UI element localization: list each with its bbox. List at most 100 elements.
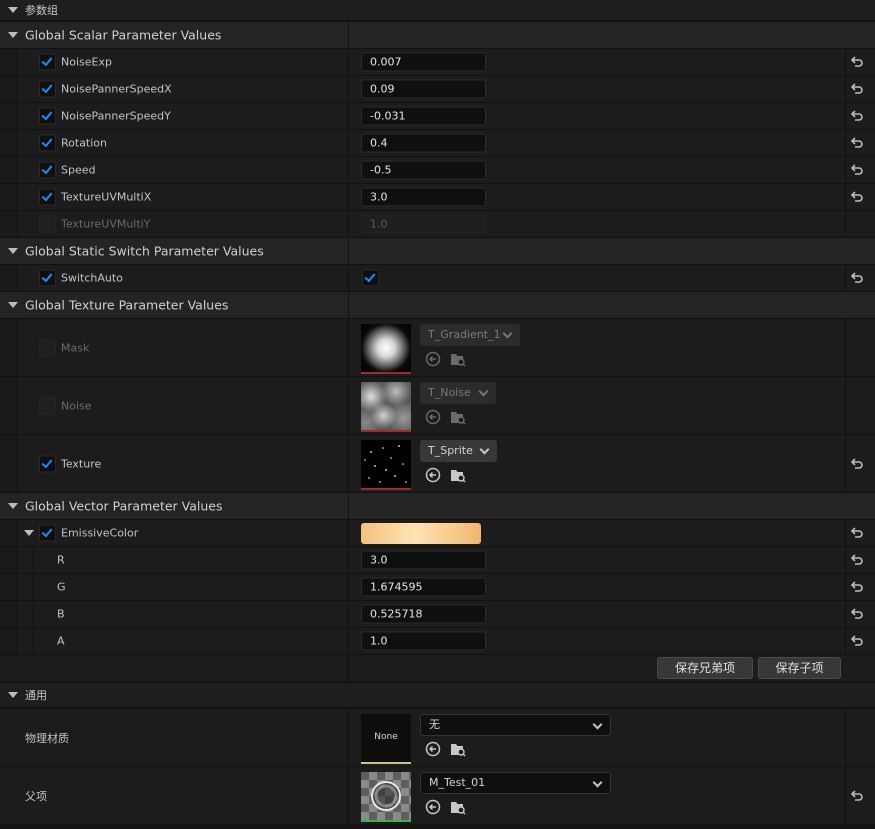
- reset-to-default-icon[interactable]: [850, 136, 864, 150]
- texture-thumbnail[interactable]: [361, 324, 411, 374]
- param-value-input[interactable]: 1.0: [361, 214, 486, 234]
- indent-gutter: [18, 628, 34, 654]
- reset-to-default-icon[interactable]: [850, 271, 864, 285]
- column-divider: [348, 709, 349, 766]
- override-checkbox[interactable]: [39, 269, 56, 287]
- reset-to-default-icon[interactable]: [850, 607, 864, 621]
- expand-arrow-icon[interactable]: [24, 530, 34, 536]
- color-swatch[interactable]: [361, 523, 481, 544]
- indent-gutter: [0, 435, 18, 492]
- reset-to-default-icon[interactable]: [850, 109, 864, 123]
- category-header-general[interactable]: 通用: [0, 683, 875, 708]
- group-header-static-switch[interactable]: Global Static Switch Parameter Values: [0, 238, 875, 265]
- param-value-input[interactable]: 3.0: [361, 187, 486, 207]
- column-divider: [348, 767, 349, 824]
- override-checkbox[interactable]: [39, 107, 56, 125]
- checkmark-icon: [41, 162, 53, 175]
- indent-gutter: [0, 157, 18, 183]
- override-checkbox[interactable]: [39, 339, 56, 356]
- browse-asset-icon[interactable]: [450, 741, 466, 757]
- group-header-scalar[interactable]: Global Scalar Parameter Values: [0, 22, 875, 49]
- use-selected-asset-icon[interactable]: [425, 799, 441, 815]
- collapse-arrow-icon[interactable]: [8, 302, 18, 308]
- vector-component-row: R 3.0: [0, 547, 875, 574]
- override-checkbox[interactable]: [39, 53, 56, 71]
- param-value-input[interactable]: -0.031: [361, 106, 486, 126]
- override-checkbox[interactable]: [39, 455, 56, 472]
- use-selected-asset-icon[interactable]: [425, 467, 441, 483]
- group-header-texture[interactable]: Global Texture Parameter Values: [0, 292, 875, 319]
- group-title: Global Texture Parameter Values: [25, 297, 229, 313]
- override-checkbox[interactable]: [39, 80, 56, 98]
- reset-to-default-icon[interactable]: [850, 634, 864, 648]
- collapse-arrow-icon[interactable]: [8, 503, 18, 509]
- group-header-vector[interactable]: Global Vector Parameter Values: [0, 493, 875, 520]
- param-row: Speed -0.5: [0, 157, 875, 184]
- browse-asset-icon[interactable]: [450, 799, 466, 815]
- use-selected-asset-icon[interactable]: [425, 409, 441, 425]
- component-value-input[interactable]: 1.0: [361, 631, 486, 651]
- indent-gutter: [0, 547, 18, 573]
- column-divider: [348, 547, 349, 573]
- param-row: NoisePannerSpeedY -0.031: [0, 103, 875, 130]
- texture-thumbnail[interactable]: [361, 382, 411, 432]
- param-value-input[interactable]: 0.007: [361, 52, 486, 72]
- phys-material-dropdown[interactable]: 无: [420, 714, 611, 736]
- use-selected-asset-icon[interactable]: [425, 741, 441, 757]
- use-selected-asset-icon[interactable]: [425, 351, 441, 367]
- param-value-input[interactable]: 0.4: [361, 133, 486, 153]
- reset-to-default-icon[interactable]: [850, 789, 864, 803]
- reset-to-default-icon[interactable]: [850, 457, 864, 471]
- reset-to-default-icon[interactable]: [850, 580, 864, 594]
- param-name: Speed: [61, 163, 96, 177]
- column-divider: [348, 49, 349, 75]
- override-checkbox[interactable]: [39, 215, 56, 233]
- indent-gutter: [0, 211, 18, 237]
- category-header-parameter-groups[interactable]: 参数组: [0, 0, 875, 21]
- texture-dropdown[interactable]: T_Sprite: [420, 440, 497, 462]
- override-checkbox[interactable]: [39, 134, 56, 152]
- param-value-input[interactable]: -0.5: [361, 160, 486, 180]
- override-checkbox[interactable]: [39, 524, 56, 542]
- switch-value-checkbox[interactable]: [362, 269, 379, 287]
- reset-to-default-icon[interactable]: [850, 526, 864, 540]
- material-thumbnail[interactable]: [361, 772, 411, 822]
- browse-asset-icon[interactable]: [450, 467, 466, 483]
- collapse-arrow-icon[interactable]: [8, 7, 18, 13]
- browse-asset-icon[interactable]: [450, 409, 466, 425]
- component-value-input[interactable]: 0.525718: [361, 604, 486, 624]
- param-name: Rotation: [61, 136, 108, 150]
- parent-row: 父项 M_Test_01: [0, 767, 875, 825]
- collapse-arrow-icon[interactable]: [8, 32, 18, 38]
- reset-to-default-icon[interactable]: [850, 82, 864, 96]
- param-name: SwitchAuto: [61, 271, 123, 285]
- chevron-down-icon: [592, 719, 603, 730]
- override-checkbox[interactable]: [39, 397, 56, 414]
- save-child-button[interactable]: 保存子项: [758, 657, 841, 679]
- override-checkbox[interactable]: [39, 161, 56, 179]
- texture-dropdown[interactable]: T_Noise: [420, 382, 496, 404]
- reset-to-default-icon[interactable]: [850, 553, 864, 567]
- override-checkbox[interactable]: [39, 188, 56, 206]
- material-thumbnail[interactable]: None: [361, 714, 411, 764]
- param-value-input[interactable]: 0.09: [361, 79, 486, 99]
- component-value-input[interactable]: 1.674595: [361, 577, 486, 597]
- column-divider: [348, 238, 349, 264]
- column-divider: [348, 157, 349, 183]
- parent-dropdown[interactable]: M_Test_01: [420, 772, 611, 794]
- reset-to-default-icon[interactable]: [850, 163, 864, 177]
- browse-asset-icon[interactable]: [450, 351, 466, 367]
- column-divider: [348, 377, 349, 434]
- reset-to-default-icon[interactable]: [850, 55, 864, 69]
- component-value-input[interactable]: 3.0: [361, 550, 486, 570]
- texture-dropdown[interactable]: T_Gradient_1: [420, 324, 520, 346]
- indent-gutter: [0, 628, 18, 654]
- phys-material-row: 物理材质 None 无: [0, 709, 875, 767]
- collapse-arrow-icon[interactable]: [8, 248, 18, 254]
- save-sibling-button[interactable]: 保存兄弟项: [657, 657, 753, 679]
- reset-to-default-icon[interactable]: [850, 190, 864, 204]
- texture-dropdown-value: T_Sprite: [428, 444, 473, 457]
- collapse-arrow-icon[interactable]: [8, 692, 18, 698]
- column-divider: [348, 493, 349, 519]
- texture-thumbnail[interactable]: [361, 440, 411, 490]
